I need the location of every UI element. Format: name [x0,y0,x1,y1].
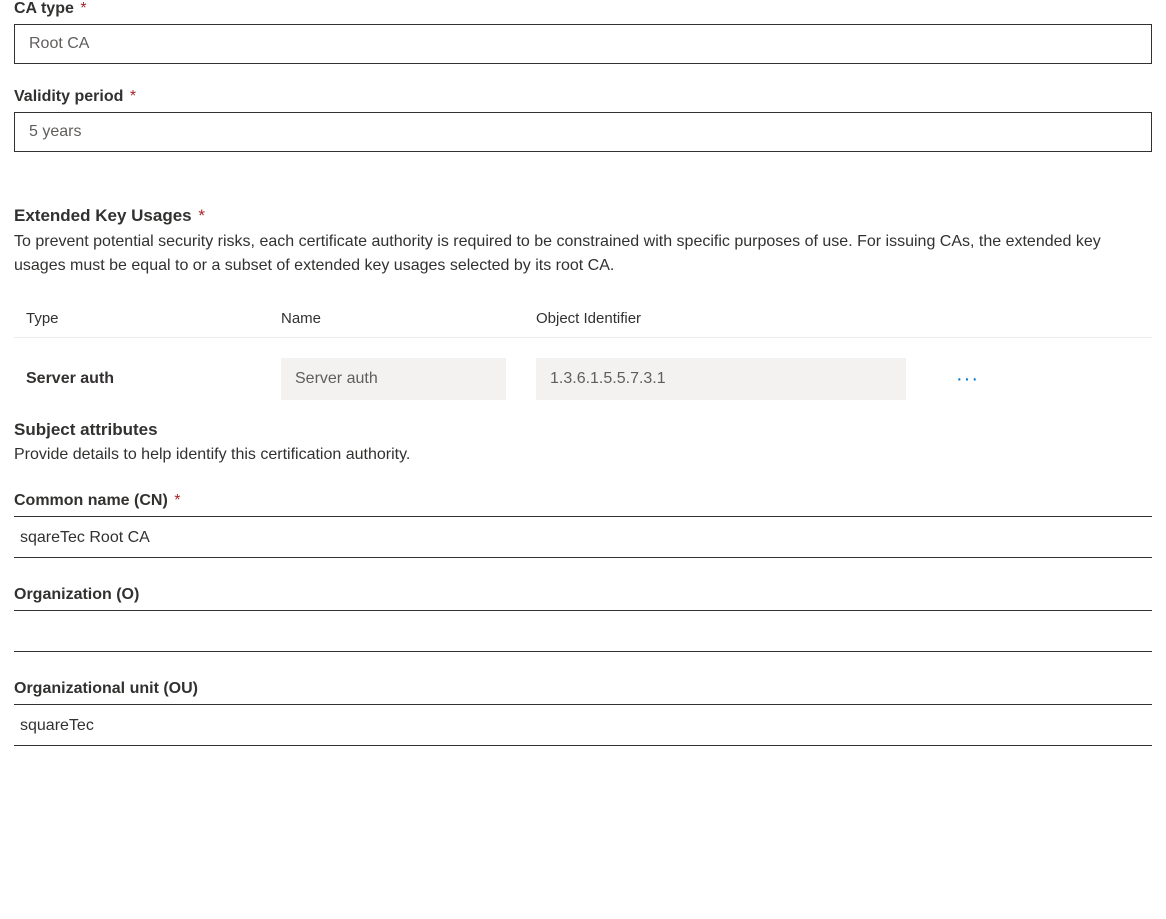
ca-type-input[interactable] [14,24,1152,64]
subject-description: Provide details to help identify this ce… [14,446,1152,464]
validity-period-label-text: Validity period [14,88,123,105]
required-indicator: * [130,88,136,105]
validity-period-label: Validity period * [14,88,1152,106]
eku-table-header: Type Name Object Identifier [14,300,1152,338]
eku-col-name: Name [281,310,536,327]
required-indicator: * [198,206,205,225]
ca-type-group: CA type * [14,0,1152,64]
subject-section: Subject attributes Provide details to he… [14,420,1152,746]
more-actions-icon[interactable]: ··· [956,369,979,389]
eku-heading: Extended Key Usages * [14,206,1152,226]
eku-col-oid: Object Identifier [536,310,1152,327]
validity-period-input[interactable] [14,112,1152,152]
eku-description: To prevent potential security risks, eac… [14,230,1152,278]
eku-table: Type Name Object Identifier Server auth … [14,300,1152,420]
subject-heading: Subject attributes [14,420,1152,440]
common-name-field: Common name (CN) * [14,492,1152,558]
eku-row-actions: ··· [936,369,1152,389]
ca-type-label-text: CA type [14,0,74,17]
ca-type-label: CA type * [14,0,1152,18]
validity-period-group: Validity period * [14,88,1152,152]
required-indicator: * [80,0,86,17]
eku-row-oid: 1.3.6.1.5.5.7.3.1 [536,358,906,400]
organizational-unit-input[interactable] [14,707,1152,746]
organizational-unit-field: Organizational unit (OU) [14,680,1152,746]
organization-input[interactable] [14,613,1152,652]
eku-heading-text: Extended Key Usages [14,206,192,225]
eku-row-name-cell: Server auth [281,358,536,400]
table-row: Server auth Server auth 1.3.6.1.5.5.7.3.… [14,338,1152,420]
eku-row-oid-cell: 1.3.6.1.5.5.7.3.1 [536,358,936,400]
organization-field: Organization (O) [14,586,1152,652]
eku-row-name: Server auth [281,358,506,400]
eku-section: Extended Key Usages * To prevent potenti… [14,206,1152,420]
common-name-input[interactable] [14,519,1152,558]
eku-col-type: Type [26,310,281,327]
organizational-unit-label: Organizational unit (OU) [14,680,1152,705]
organization-label: Organization (O) [14,586,1152,611]
common-name-label-text: Common name (CN) [14,492,168,509]
eku-row-type: Server auth [26,370,281,388]
required-indicator: * [174,492,180,509]
common-name-label: Common name (CN) * [14,492,1152,517]
